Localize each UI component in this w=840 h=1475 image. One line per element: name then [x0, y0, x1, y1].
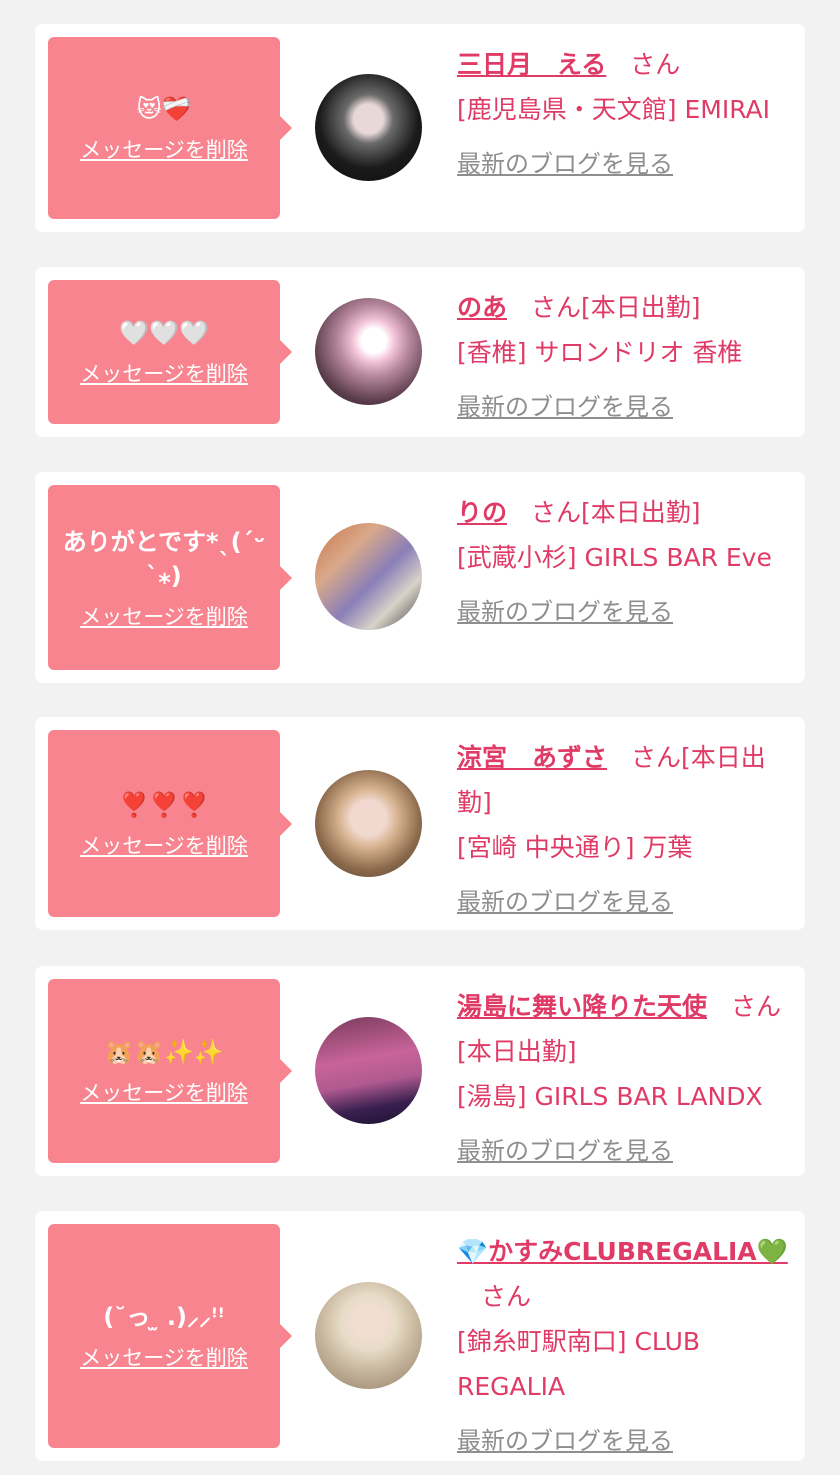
cast-info: 湯島に舞い降りた天使 さん[本日出勤] [湯島] GIRLS BAR LANDX …	[457, 984, 793, 1174]
delete-message-link[interactable]: メッセージを削除	[80, 601, 248, 631]
avatar[interactable]	[315, 298, 422, 405]
cast-name-link[interactable]: 涼宮 あずさ	[457, 743, 607, 772]
latest-blog-link[interactable]: 最新のブログを見る	[457, 1129, 793, 1174]
message-text: 🤍🤍🤍	[119, 319, 209, 347]
cast-name-link[interactable]: 湯島に舞い降りた天使	[457, 992, 707, 1021]
delete-message-link[interactable]: メッセージを削除	[80, 134, 248, 164]
message-bubble: (˘っ ̫ .)⸝⸝ꜝꜝ メッセージを削除	[48, 1224, 292, 1448]
delete-message-link[interactable]: メッセージを削除	[80, 1342, 248, 1372]
message-bubble: 😻❤️‍🩹 メッセージを削除	[48, 37, 292, 219]
message-text: (˘っ ̫ .)⸝⸝ꜝꜝ	[103, 1303, 225, 1331]
message-card: (˘っ ̫ .)⸝⸝ꜝꜝ メッセージを削除 💎かすみCLUBREGALIA💚 さん…	[35, 1211, 805, 1461]
cast-name-link[interactable]: りの	[457, 498, 507, 527]
cast-suffix: さん	[481, 1282, 532, 1311]
shop-details: [鹿児島県・天文館] EMIRAI	[457, 95, 771, 124]
message-bubble: 🐹🐹✨✨ メッセージを削除	[48, 979, 292, 1163]
cast-suffix: さん	[630, 50, 681, 79]
latest-blog-link[interactable]: 最新のブログを見る	[457, 590, 793, 635]
avatar[interactable]	[315, 523, 422, 630]
latest-blog-link[interactable]: 最新のブログを見る	[457, 385, 793, 430]
cast-name-link[interactable]: 💎かすみCLUBREGALIA💚	[457, 1237, 788, 1266]
cast-info: りの さん[本日出勤] [武蔵小杉] GIRLS BAR Eve 最新のブログを見…	[457, 490, 793, 635]
shop-details: [湯島] GIRLS BAR LANDX	[457, 1082, 763, 1111]
latest-blog-link[interactable]: 最新のブログを見る	[457, 1419, 793, 1464]
message-list: 😻❤️‍🩹 メッセージを削除 三日月 える さん [鹿児島県・天文館] EMIRA…	[0, 0, 840, 1475]
avatar[interactable]	[315, 770, 422, 877]
cast-name-link[interactable]: のあ	[457, 293, 507, 322]
avatar[interactable]	[315, 1017, 422, 1124]
shop-details: [錦糸町駅南口] CLUB REGALIA	[457, 1327, 701, 1401]
cast-info: 💎かすみCLUBREGALIA💚 さん [錦糸町駅南口] CLUB REGALIA…	[457, 1229, 793, 1464]
message-text: ❣️❣️❣️	[119, 790, 209, 819]
cast-suffix: さん[本日出勤]	[531, 498, 701, 527]
avatar[interactable]	[315, 1282, 422, 1389]
shop-details: [香椎] サロンドリオ 香椎	[457, 338, 743, 367]
cast-suffix: さん[本日出勤]	[531, 293, 701, 322]
message-card: ありがとです*ˎ(ˊᵕˋ⁎) メッセージを削除 りの さん[本日出勤] [武蔵小杉…	[35, 472, 805, 683]
message-card: 😻❤️‍🩹 メッセージを削除 三日月 える さん [鹿児島県・天文館] EMIRA…	[35, 24, 805, 232]
message-bubble: 🤍🤍🤍 メッセージを削除	[48, 280, 292, 424]
latest-blog-link[interactable]: 最新のブログを見る	[457, 142, 793, 187]
cast-info: のあ さん[本日出勤] [香椎] サロンドリオ 香椎 最新のブログを見る	[457, 285, 793, 430]
message-card: 🐹🐹✨✨ メッセージを削除 湯島に舞い降りた天使 さん[本日出勤] [湯島] GI…	[35, 966, 805, 1176]
cast-info: 三日月 える さん [鹿児島県・天文館] EMIRAI 最新のブログを見る	[457, 42, 793, 187]
message-card: ❣️❣️❣️ メッセージを削除 涼宮 あずさ さん[本日出勤] [宮崎 中央通り]…	[35, 717, 805, 930]
message-text: 😻❤️‍🩹	[136, 95, 192, 123]
delete-message-link[interactable]: メッセージを削除	[80, 358, 248, 388]
message-card: 🤍🤍🤍 メッセージを削除 のあ さん[本日出勤] [香椎] サロンドリオ 香椎 最…	[35, 267, 805, 437]
message-text: ありがとです*ˎ(ˊᵕˋ⁎)	[62, 527, 266, 590]
message-text: 🐹🐹✨✨	[104, 1038, 224, 1066]
message-bubble: ❣️❣️❣️ メッセージを削除	[48, 730, 292, 917]
shop-details: [武蔵小杉] GIRLS BAR Eve	[457, 543, 772, 572]
shop-details: [宮崎 中央通り] 万葉	[457, 833, 693, 862]
message-bubble: ありがとです*ˎ(ˊᵕˋ⁎) メッセージを削除	[48, 485, 292, 670]
delete-message-link[interactable]: メッセージを削除	[80, 830, 248, 860]
cast-info: 涼宮 あずさ さん[本日出勤] [宮崎 中央通り] 万葉 最新のブログを見る	[457, 735, 793, 925]
avatar[interactable]	[315, 74, 422, 181]
cast-name-link[interactable]: 三日月 える	[457, 50, 606, 79]
latest-blog-link[interactable]: 最新のブログを見る	[457, 880, 793, 925]
delete-message-link[interactable]: メッセージを削除	[80, 1077, 248, 1107]
